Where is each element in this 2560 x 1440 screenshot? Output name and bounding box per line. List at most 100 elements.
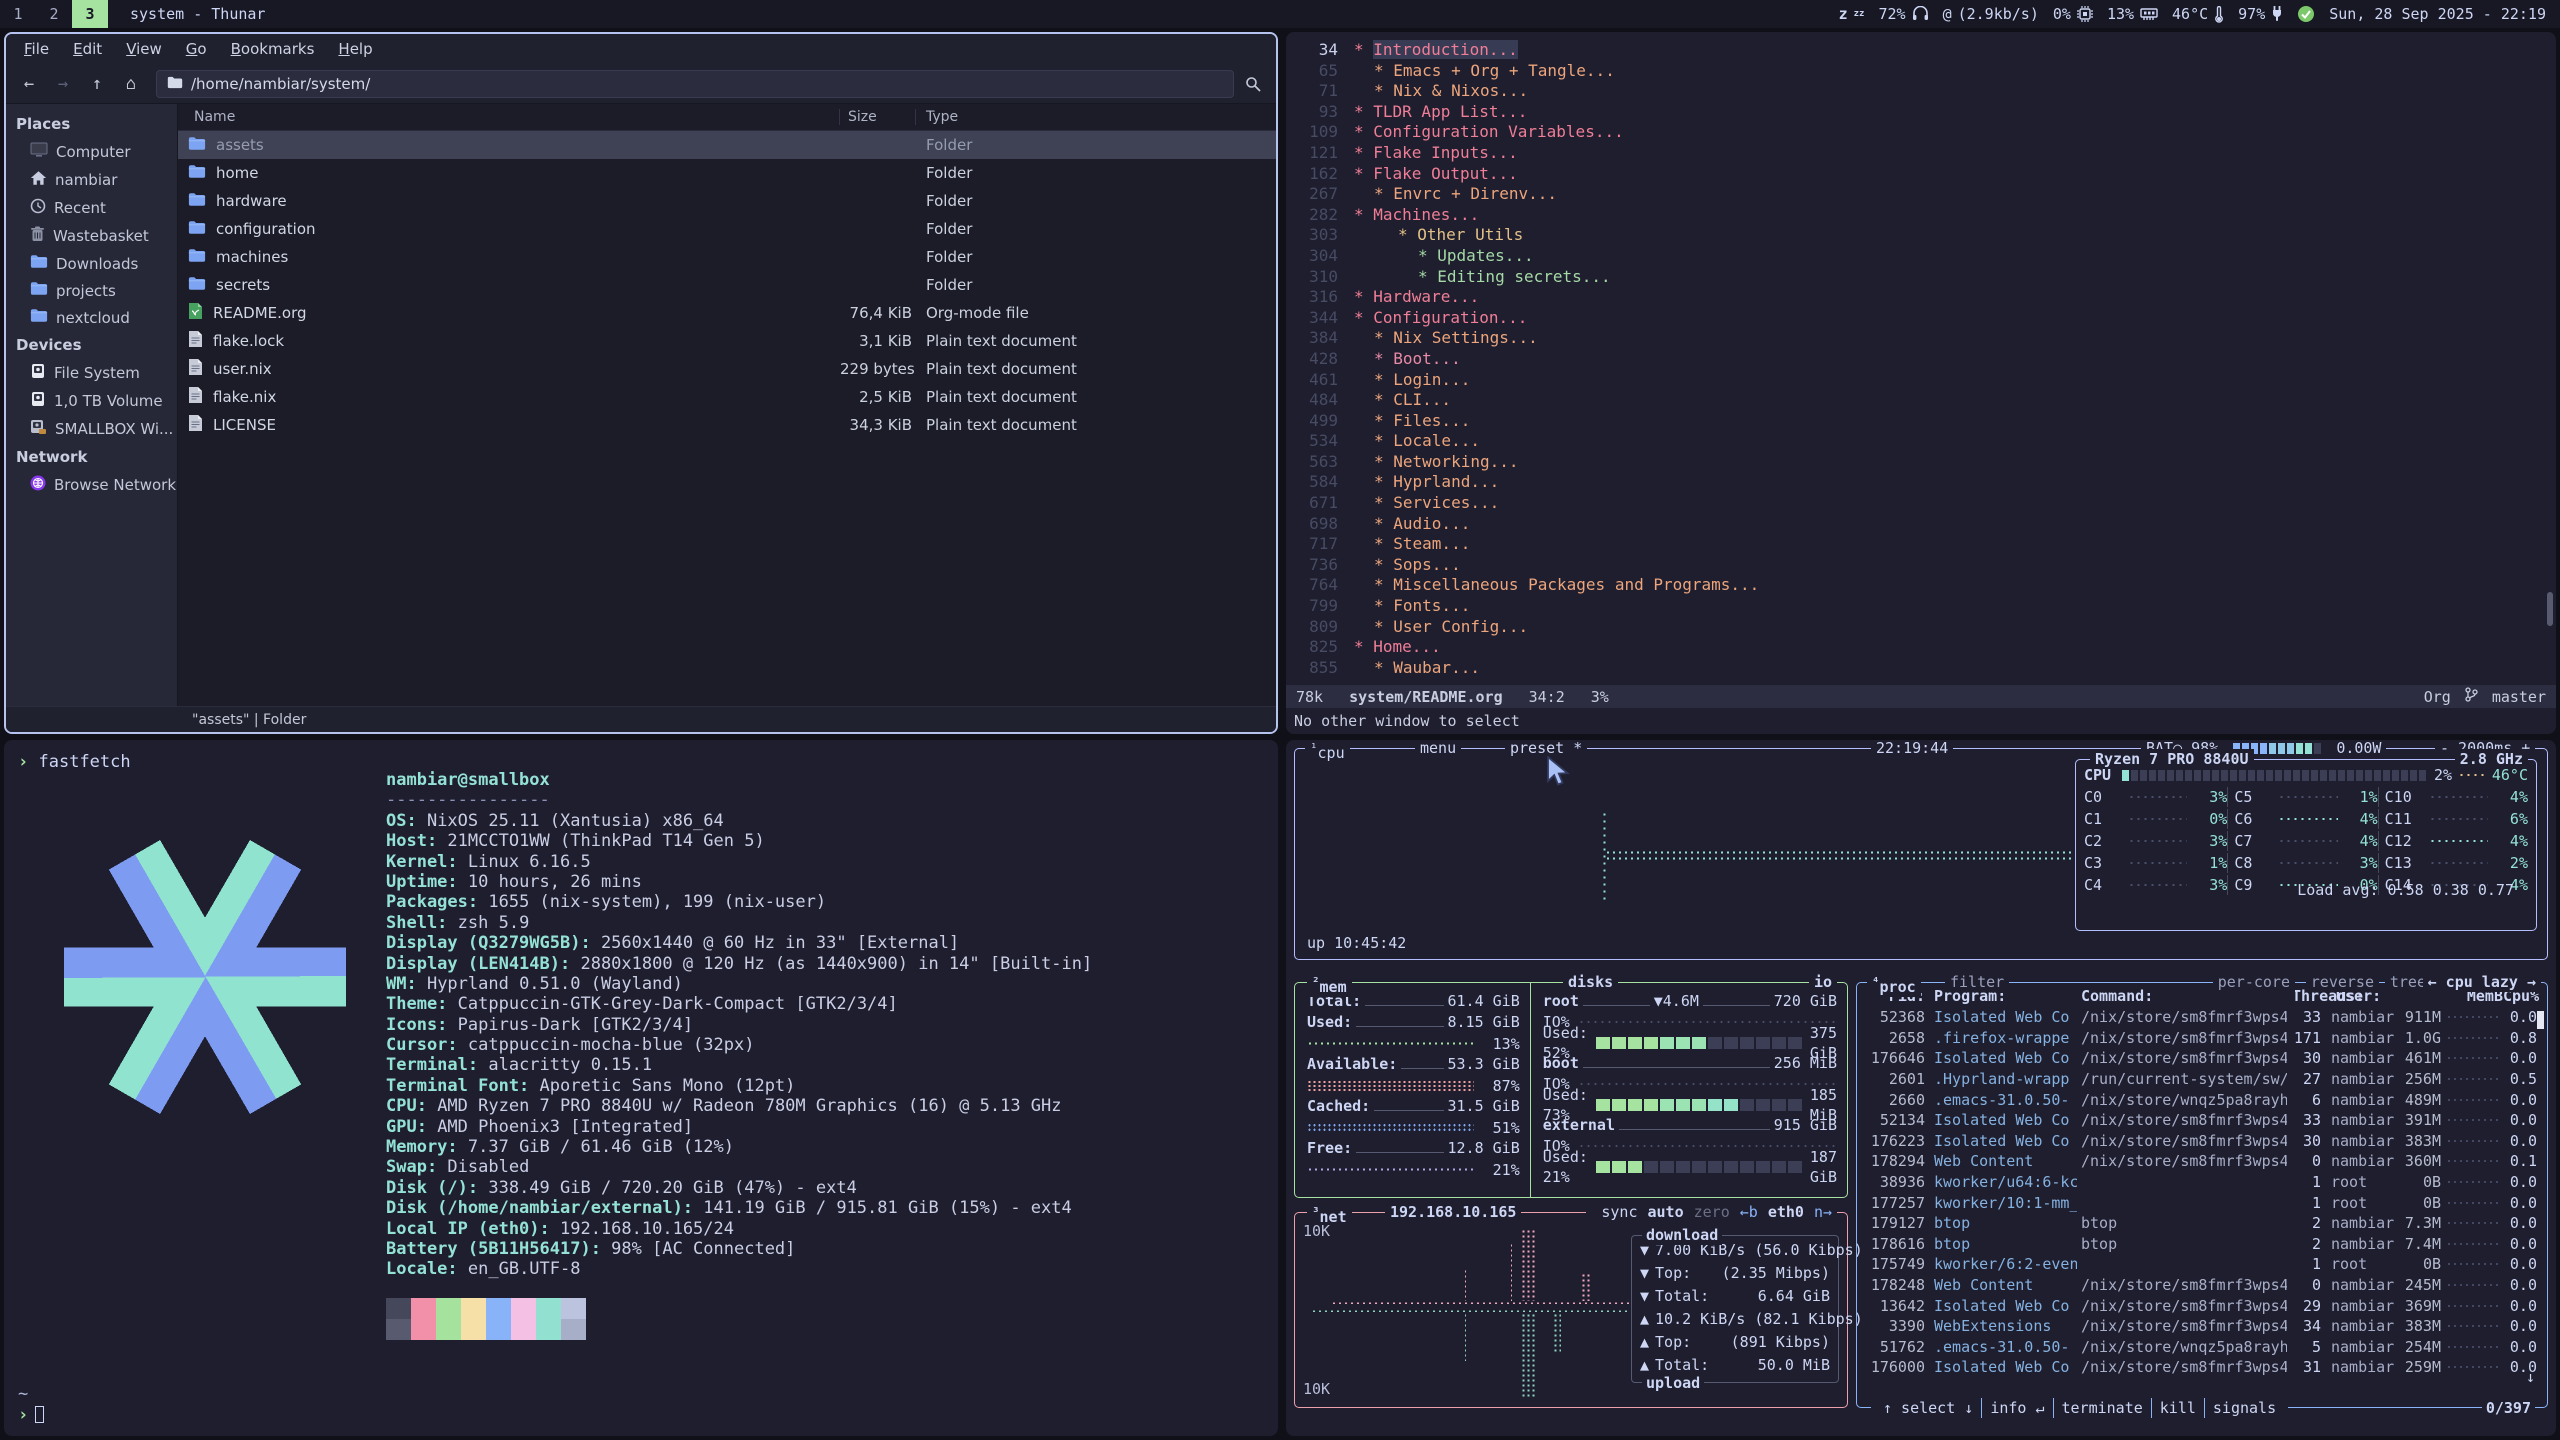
proc-reverse-toggle[interactable]: reverse — [2306, 972, 2379, 992]
process-mem-graph — [2446, 1118, 2498, 1122]
process-row[interactable]: 3390WebExtensions/nix/store/sm8fmrf3wps4… — [1857, 1316, 2547, 1337]
net-control-n[interactable]: n→ — [1814, 1203, 1832, 1221]
org-heading-line: 384* Nix Settings... — [1286, 328, 2556, 349]
network-module[interactable]: @ (2.9kb/s) — [1943, 5, 2039, 23]
sidebar-item-computer[interactable]: Computer — [6, 138, 177, 166]
menu-button[interactable]: menu — [1415, 740, 1461, 758]
file-row[interactable]: configurationFolder — [178, 215, 1276, 243]
proc-action-signals[interactable]: signals — [2204, 1398, 2284, 1418]
sidebar-item-wastebasket[interactable]: Wastebasket — [6, 222, 177, 250]
sidebar-item-file-system[interactable]: File System — [6, 359, 177, 387]
memory-module[interactable]: 13% — [2107, 5, 2158, 23]
process-row[interactable]: 52368Isolated Web Co/nix/store/sm8fmrf3w… — [1857, 1007, 2547, 1028]
battery-module[interactable]: 97% — [2238, 5, 2283, 23]
proc-action-info[interactable]: info ↵ — [1981, 1398, 2052, 1418]
tray-check-icon[interactable] — [2297, 5, 2315, 23]
workspace-button[interactable]: 2 — [36, 0, 72, 28]
column-type[interactable]: Type — [916, 109, 1276, 125]
cpu-box-title[interactable]: ¹cpu — [1305, 740, 1350, 763]
workspace-button[interactable]: 1 — [0, 0, 36, 28]
net-control-b[interactable]: ←b — [1740, 1203, 1758, 1221]
menu-item-go[interactable]: Go — [174, 40, 219, 58]
process-row[interactable]: 13642Isolated Web Co/nix/store/sm8fmrf3w… — [1857, 1295, 2547, 1316]
file-row[interactable]: homeFolder — [178, 159, 1276, 187]
emacs-buffer[interactable]: 34* Introduction...65* Emacs + Org + Tan… — [1286, 32, 2556, 685]
file-type: Folder — [916, 220, 1276, 238]
sidebar-item-projects[interactable]: projects — [6, 277, 177, 304]
info-key: Theme: — [386, 994, 458, 1014]
process-row[interactable]: 178294Web Content/nix/store/sm8fmrf3wps4… — [1857, 1151, 2547, 1172]
path-bar[interactable]: /home/nambiar/system/ — [156, 70, 1234, 98]
file-row[interactable]: flake.lock3,1 KiBPlain text document — [178, 327, 1276, 355]
net-control-sync[interactable]: sync — [1601, 1203, 1637, 1221]
sidebar-item-1-0-tb-volume[interactable]: 1,0 TB Volume — [6, 387, 177, 415]
net-control-eth0[interactable]: eth0 — [1768, 1203, 1804, 1221]
column-size[interactable]: Size — [840, 109, 916, 125]
forward-button[interactable]: → — [48, 70, 78, 98]
menu-item-edit[interactable]: Edit — [61, 40, 114, 58]
file-row[interactable]: assetsFolder — [178, 131, 1276, 159]
net-control-zero[interactable]: zero — [1694, 1203, 1730, 1221]
menu-item-view[interactable]: View — [114, 40, 174, 58]
core-name: C7 — [2234, 831, 2272, 851]
process-row[interactable]: 176223Isolated Web Co/nix/store/sm8fmrf3… — [1857, 1131, 2547, 1152]
process-row[interactable]: 175749kworker/6:2-even1root0B0.0 — [1857, 1254, 2547, 1275]
sidebar-item-smallbox-wi-[interactable]: SMALLBOX Wi... — [6, 415, 177, 443]
menu-item-help[interactable]: Help — [326, 40, 384, 58]
sidebar-item-nextcloud[interactable]: nextcloud — [6, 304, 177, 331]
process-row[interactable]: 178248Web Content/nix/store/sm8fmrf3wps4… — [1857, 1275, 2547, 1296]
info-value: Catppuccin-GTK-Grey-Dark-Compact [GTK2/3… — [458, 994, 898, 1014]
sidebar-item-downloads[interactable]: Downloads — [6, 250, 177, 277]
process-row[interactable]: 176000Isolated Web Co/nix/store/sm8fmrf3… — [1857, 1357, 2547, 1378]
menu-item-file[interactable]: File — [12, 40, 61, 58]
file-row[interactable]: user.nix229 bytesPlain text document — [178, 355, 1276, 383]
prompt-line[interactable]: › — [18, 1405, 44, 1425]
info-key: Display (LEN414B): — [386, 954, 580, 974]
process-row[interactable]: 179127btopbtop2nambiar7.3M0.0 — [1857, 1213, 2547, 1234]
search-icon[interactable] — [1238, 70, 1268, 98]
cpu-module[interactable]: 0% — [2053, 5, 2093, 23]
proc-sort-control[interactable]: ← cpu lazy → — [2423, 972, 2541, 992]
up-button[interactable]: ↑ — [82, 70, 112, 98]
back-button[interactable]: ← — [14, 70, 44, 98]
idle-inhibitor[interactable]: zzz — [1839, 5, 1865, 23]
process-row[interactable]: 178616btopbtop2nambiar7.4M0.0 — [1857, 1234, 2547, 1255]
sidebar-item-nambiar[interactable]: nambiar — [6, 166, 177, 194]
net-control-auto[interactable]: auto — [1648, 1203, 1684, 1221]
proc-scroll-down-icon[interactable]: ↓ — [2526, 1367, 2535, 1387]
process-row[interactable]: 177257kworker/10:1-mm_1root0B0.0 — [1857, 1192, 2547, 1213]
file-row[interactable]: README.org76,4 KiBOrg-mode file — [178, 299, 1276, 327]
mem-value: 31.5 GiB — [1448, 1096, 1520, 1116]
home-button[interactable]: ⌂ — [116, 70, 146, 98]
proc-percore-toggle[interactable]: per-core — [2213, 972, 2295, 992]
menu-item-bookmarks[interactable]: Bookmarks — [219, 40, 327, 58]
volume-module[interactable]: 72% — [1878, 5, 1928, 23]
process-row[interactable]: 176646Isolated Web Co/nix/store/sm8fmrf3… — [1857, 1048, 2547, 1069]
workspace-button[interactable]: 3 — [72, 0, 108, 28]
proc-box-title[interactable]: ⁴proc — [1867, 972, 1921, 997]
process-row[interactable]: 2601.Hyprland-wrapp/run/current-system/s… — [1857, 1069, 2547, 1090]
file-row[interactable]: hardwareFolder — [178, 187, 1276, 215]
proc-action-terminate[interactable]: terminate — [2053, 1398, 2151, 1418]
net-controls[interactable]: sync auto zero ←b eth0 n→ — [1586, 1202, 1837, 1222]
sidebar-item-browse-network[interactable]: Browse Network — [6, 471, 177, 499]
file-row[interactable]: flake.nix2,5 KiBPlain text document — [178, 383, 1276, 411]
mem-box-title[interactable]: ²mem — [1307, 972, 1352, 997]
proc-filter-button[interactable]: filter — [1945, 972, 2009, 992]
clock-date[interactable]: Sun, 28 Sep 2025 - 22:19 — [2329, 5, 2546, 23]
process-row[interactable]: 38936kworker/u64:6-kc1root0B0.0 — [1857, 1172, 2547, 1193]
process-row[interactable]: 51762.emacs-31.0.50-/nix/store/wnqz5pa8r… — [1857, 1337, 2547, 1358]
process-row[interactable]: 2658.firefox-wrappe/nix/store/sm8fmrf3wp… — [1857, 1028, 2547, 1049]
process-row[interactable]: 52134Isolated Web Co/nix/store/sm8fmrf3w… — [1857, 1110, 2547, 1131]
proc-scrollbar-thumb[interactable] — [2537, 1011, 2544, 1029]
proc-action-kill[interactable]: kill — [2151, 1398, 2204, 1418]
emacs-scrollbar-thumb[interactable] — [2547, 592, 2553, 626]
sidebar-item-recent[interactable]: Recent — [6, 194, 177, 222]
process-row[interactable]: 2660.emacs-31.0.50-/nix/store/wnqz5pa8ra… — [1857, 1089, 2547, 1110]
file-row[interactable]: LICENSE34,3 KiBPlain text document — [178, 411, 1276, 439]
proc-action-select[interactable]: ↑ select ↓ — [1875, 1398, 1981, 1418]
file-row[interactable]: secretsFolder — [178, 271, 1276, 299]
file-row[interactable]: machinesFolder — [178, 243, 1276, 271]
column-name[interactable]: Name — [178, 109, 840, 125]
temperature-module[interactable]: 46°C — [2172, 5, 2224, 23]
